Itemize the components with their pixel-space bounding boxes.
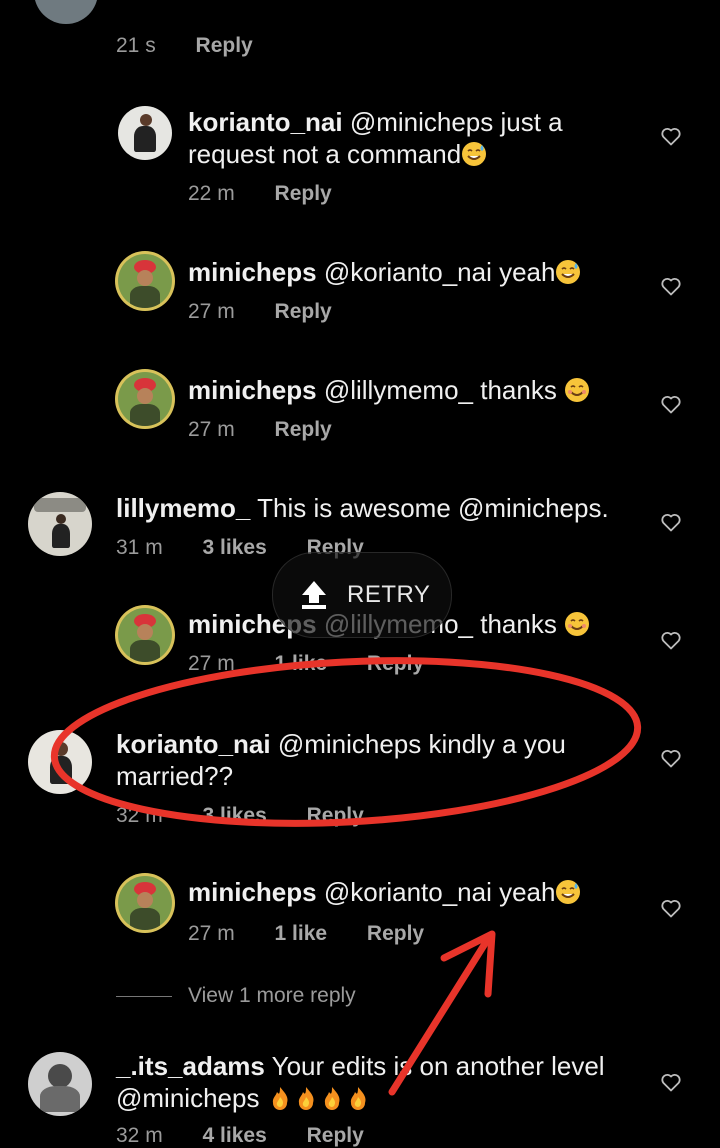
likes-count[interactable]: 1 like <box>275 652 328 675</box>
username-link[interactable]: korianto_nai <box>116 729 271 759</box>
comment-text: lillymemo_ This is awesome @minicheps. <box>116 493 609 523</box>
fire-icon <box>272 1087 288 1110</box>
heart-outline-icon[interactable] <box>659 124 683 148</box>
smile-emoji <box>565 378 590 402</box>
avatar[interactable] <box>28 1052 92 1116</box>
likes-count[interactable]: 3 likes <box>203 804 267 827</box>
heart-outline-icon[interactable] <box>659 1070 683 1094</box>
avatar[interactable] <box>28 730 92 794</box>
avatar[interactable] <box>118 106 172 160</box>
comment-meta: 27 m 1 like Reply <box>188 652 425 675</box>
heart-outline-icon[interactable] <box>659 746 683 770</box>
comment-text: minicheps @korianto_nai yeah <box>188 256 628 288</box>
avatar[interactable] <box>118 876 172 930</box>
heart-outline-icon[interactable] <box>659 274 683 298</box>
reply-button[interactable]: Reply <box>275 300 332 323</box>
retry-button[interactable]: RETRY <box>272 552 452 638</box>
username-link[interactable]: korianto_nai <box>188 107 343 137</box>
sweat-smile-emoji <box>462 142 487 166</box>
reply-button[interactable]: Reply <box>275 418 332 441</box>
username-link[interactable]: minicheps <box>188 375 317 405</box>
fire-icon <box>350 1087 366 1110</box>
username-link[interactable]: lillymemo_ <box>116 493 250 523</box>
fire-icon <box>298 1087 314 1110</box>
fire-icon <box>324 1087 340 1110</box>
comment-meta: 32 m 4 likes Reply <box>116 1124 364 1147</box>
heart-outline-icon[interactable] <box>659 896 683 920</box>
reply-button[interactable]: Reply <box>307 1124 364 1147</box>
username-link[interactable]: minicheps <box>188 877 317 907</box>
comment-meta: 27 m 1 like Reply <box>188 922 425 945</box>
comment-meta: 27 m Reply <box>188 300 332 323</box>
avatar[interactable] <box>118 608 172 662</box>
likes-count[interactable]: 4 likes <box>203 1124 267 1147</box>
sweat-smile-emoji <box>556 880 581 904</box>
reply-button[interactable]: Reply <box>275 182 332 205</box>
reply-button[interactable]: Reply <box>196 34 253 57</box>
view-more-replies-button[interactable]: View 1 more reply <box>116 984 356 1008</box>
username-link[interactable]: minicheps <box>188 257 317 287</box>
comment-meta: 22 m Reply <box>188 182 332 205</box>
avatar-partial[interactable] <box>34 0 98 24</box>
reply-button[interactable]: Reply <box>367 652 424 675</box>
comment-meta-partial: 21 s Reply <box>116 34 253 57</box>
thread-line <box>116 995 172 997</box>
heart-outline-icon[interactable] <box>659 628 683 652</box>
comment-meta: 32 m 3 likes Reply <box>116 804 364 827</box>
comment-text: minicheps @korianto_nai yeah <box>188 876 628 908</box>
username-link[interactable]: _.its_adams <box>116 1051 265 1081</box>
avatar[interactable] <box>118 372 172 426</box>
likes-count[interactable]: 1 like <box>275 922 328 945</box>
sweat-smile-emoji <box>556 260 581 284</box>
comment-text: _.its_adams Your edits is on another lev… <box>116 1051 605 1113</box>
comment-text: minicheps @lillymemo_ thanks <box>188 374 628 406</box>
heart-outline-icon[interactable] <box>659 510 683 534</box>
reply-button[interactable]: Reply <box>367 922 424 945</box>
comment-text: korianto_nai @minicheps kindly a you mar… <box>116 729 566 791</box>
smile-emoji <box>565 612 590 636</box>
upload-arrow-icon <box>302 581 326 609</box>
avatar[interactable] <box>118 254 172 308</box>
comment-text: korianto_nai @minicheps just a request n… <box>188 107 563 169</box>
reply-button[interactable]: Reply <box>307 804 364 827</box>
comment-meta: 27 m Reply <box>188 418 332 441</box>
likes-count[interactable]: 3 likes <box>203 536 267 559</box>
heart-outline-icon[interactable] <box>659 392 683 416</box>
fire-emoji-group <box>267 1083 371 1113</box>
avatar[interactable] <box>28 492 92 556</box>
